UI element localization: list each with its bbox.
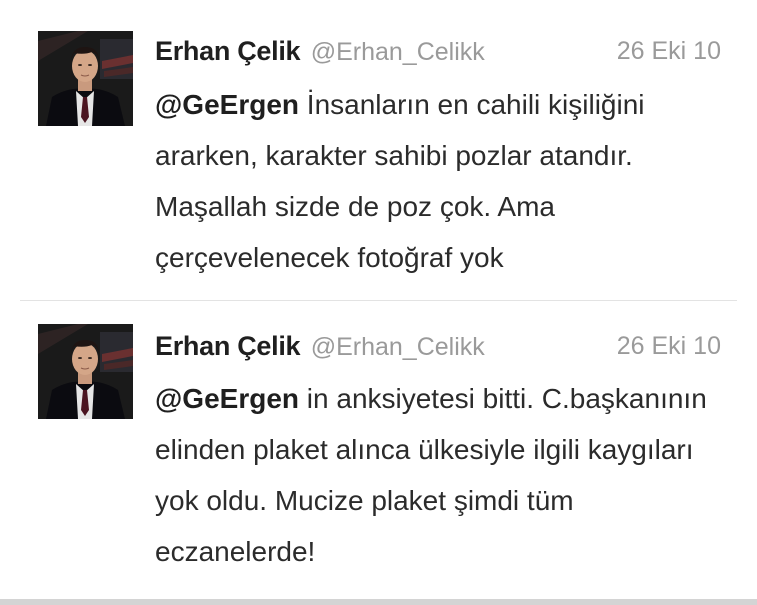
tweet-text: @GeErgen İnsanların en cahili kişiliğini… bbox=[155, 79, 727, 283]
mention-link[interactable]: @GeErgen bbox=[155, 89, 299, 120]
tweet-text: @GeErgen in anksiyetesi bitti. C.başkanı… bbox=[155, 373, 727, 577]
tweet-header: Erhan Çelik @Erhan_Celikk 26 Eki 10 bbox=[155, 326, 721, 366]
author-display-name[interactable]: Erhan Çelik bbox=[155, 36, 301, 66]
profile-photo-icon bbox=[38, 31, 133, 126]
author-display-name[interactable]: Erhan Çelik bbox=[155, 331, 301, 361]
bottom-edge-bar bbox=[0, 599, 757, 605]
tweet-timestamp[interactable]: 26 Eki 10 bbox=[617, 326, 721, 366]
tweet-timestamp[interactable]: 26 Eki 10 bbox=[617, 31, 721, 71]
tweet-item[interactable]: Erhan Çelik @Erhan_Celikk 26 Eki 10 @GeE… bbox=[0, 302, 757, 600]
profile-photo-icon bbox=[38, 324, 133, 419]
mention-link[interactable]: @GeErgen bbox=[155, 383, 299, 414]
author-handle[interactable]: @Erhan_Celikk bbox=[311, 333, 485, 361]
tweet-divider bbox=[20, 300, 737, 301]
avatar[interactable] bbox=[38, 31, 133, 126]
tweet-item[interactable]: Erhan Çelik @Erhan_Celikk 26 Eki 10 @GeE… bbox=[0, 0, 757, 300]
avatar[interactable] bbox=[38, 324, 133, 419]
tweet-header: Erhan Çelik @Erhan_Celikk 26 Eki 10 bbox=[155, 31, 721, 71]
author-handle[interactable]: @Erhan_Celikk bbox=[311, 38, 485, 66]
